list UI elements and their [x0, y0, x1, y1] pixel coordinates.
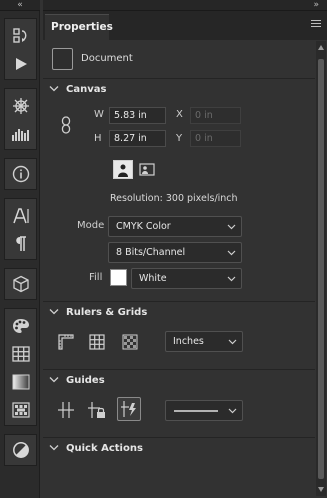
dock-group-adjustments — [4, 434, 37, 466]
history-icon[interactable] — [5, 22, 36, 50]
landscape-icon — [139, 163, 155, 176]
pixel-grid-icon — [122, 334, 138, 350]
link-dimensions-icon[interactable] — [61, 116, 71, 134]
grid-toggle-button[interactable] — [85, 330, 109, 354]
bit-depth-dropdown[interactable]: 8 Bits/Channel — [108, 242, 242, 263]
scroll-down-icon[interactable] — [318, 487, 324, 492]
fill-dropdown[interactable]: White — [131, 268, 242, 289]
panel-top-bar: » — [43, 0, 327, 11]
fill-value: White — [139, 273, 167, 284]
chevron-down-icon — [49, 309, 59, 315]
dock-collapse-button[interactable]: « — [0, 0, 40, 11]
ruler-units-dropdown[interactable]: Inches — [165, 331, 243, 352]
info-icon[interactable] — [5, 160, 36, 188]
line-style-icon — [174, 410, 218, 412]
panel-dock: « — [0, 0, 40, 498]
height-label: H — [94, 133, 102, 144]
resolution-text: Resolution: 300 pixels/inch — [110, 193, 238, 204]
panel-collapse-button[interactable]: » — [313, 0, 319, 10]
panel-tab-bar: Properties — [43, 11, 327, 40]
lock-guides-button[interactable] — [85, 398, 109, 422]
dock-group-info — [4, 158, 37, 190]
section-canvas-header[interactable]: Canvas — [43, 78, 315, 100]
adjustments-icon[interactable] — [5, 436, 36, 464]
grid-icon — [89, 334, 105, 350]
x-label: X — [176, 109, 183, 120]
mode-label: Mode — [77, 220, 105, 231]
scroll-up-icon[interactable] — [318, 45, 324, 50]
portrait-orientation-button[interactable] — [113, 160, 133, 179]
chevron-down-icon — [49, 86, 59, 92]
y-field[interactable]: 0 in — [190, 130, 241, 147]
fill-label: Fill — [89, 272, 103, 283]
landscape-orientation-button[interactable] — [137, 160, 157, 179]
section-quick-actions-header[interactable]: Quick Actions — [43, 437, 315, 459]
ruler-icon — [58, 334, 74, 350]
height-field[interactable]: 8.27 in — [109, 130, 166, 147]
x-field[interactable]: 0 in — [190, 107, 241, 124]
chevron-down-icon — [227, 276, 236, 282]
dock-group-history — [4, 18, 37, 80]
panel-scrollbar[interactable] — [316, 41, 326, 496]
document-header: Document — [43, 41, 315, 77]
document-label: Document — [81, 53, 133, 64]
section-rulers-header[interactable]: Rulers & Grids — [43, 301, 315, 323]
brushes-icon[interactable] — [5, 120, 36, 148]
chevron-down-icon — [227, 250, 236, 256]
y-label: Y — [176, 133, 183, 144]
photoshop-panel-area: « » Properties Document Canvas W 5.83 in… — [0, 0, 327, 498]
dock-group-brushes — [4, 88, 37, 150]
scrollbar-thumb[interactable] — [318, 59, 324, 479]
guide-style-dropdown[interactable] — [165, 400, 243, 421]
chevron-down-icon — [228, 339, 237, 345]
color-mode-value: CMYK Color — [116, 221, 171, 232]
properties-panel: » Properties Document Canvas W 5.83 in X… — [43, 0, 327, 498]
width-field[interactable]: 5.83 in — [109, 107, 166, 124]
section-guides-header[interactable]: Guides — [43, 369, 315, 391]
lock-guides-icon — [88, 402, 105, 418]
portrait-icon — [118, 164, 128, 177]
section-guides-title: Guides — [66, 375, 105, 386]
fill-color-swatch[interactable] — [110, 269, 127, 286]
dock-group-color — [4, 308, 37, 426]
color-palette-icon[interactable] — [5, 312, 36, 340]
dock-group-type — [4, 198, 37, 260]
gradients-icon[interactable] — [5, 368, 36, 396]
3d-cube-icon[interactable] — [5, 270, 36, 298]
patterns-icon[interactable] — [5, 396, 36, 424]
play-actions-icon[interactable] — [5, 50, 36, 78]
ruler-units-value: Inches — [173, 336, 204, 347]
chevron-down-icon — [49, 445, 59, 451]
smart-guides-icon — [121, 401, 136, 417]
show-guides-button[interactable] — [54, 398, 78, 422]
pixel-grid-toggle-button[interactable] — [118, 330, 142, 354]
section-rulers-title: Rulers & Grids — [66, 307, 148, 318]
section-quick-actions-title: Quick Actions — [66, 443, 143, 454]
character-icon[interactable] — [5, 202, 36, 230]
width-label: W — [94, 109, 104, 120]
document-icon — [52, 48, 73, 70]
dock-group-3d — [4, 268, 37, 300]
bit-depth-value: 8 Bits/Channel — [116, 247, 186, 258]
color-mode-dropdown[interactable]: CMYK Color — [108, 216, 242, 237]
guides-icon — [58, 402, 74, 418]
rulers-toggle-button[interactable] — [54, 330, 78, 354]
chevron-down-icon — [228, 408, 237, 414]
panel-menu-icon[interactable] — [311, 20, 321, 30]
chevron-down-icon — [49, 377, 59, 383]
tab-properties[interactable]: Properties — [45, 14, 113, 40]
swatches-icon[interactable] — [5, 340, 36, 368]
section-canvas-title: Canvas — [66, 84, 107, 95]
smart-guides-button[interactable] — [117, 397, 141, 421]
paragraph-icon[interactable] — [5, 230, 36, 258]
chevron-down-icon — [227, 224, 236, 230]
brush-settings-icon[interactable] — [5, 92, 36, 120]
